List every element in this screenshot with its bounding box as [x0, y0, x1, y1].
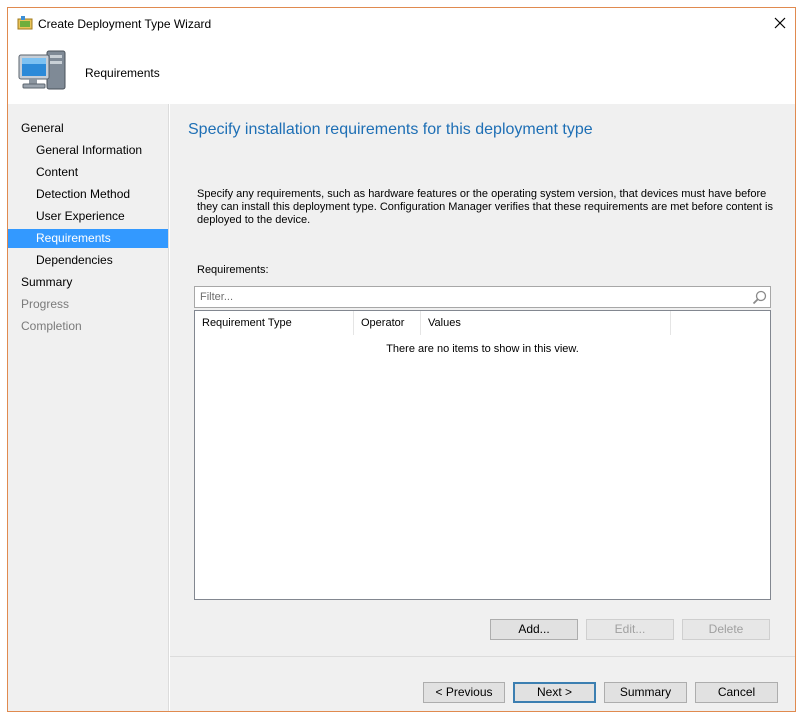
- nav-item-completion: Completion: [21, 319, 82, 333]
- wizard-step-nav: General General Information Content Dete…: [8, 104, 169, 711]
- wizard-window: Create Deployment Type Wizard Requiremen…: [7, 7, 796, 712]
- column-header-values[interactable]: Values: [421, 311, 671, 335]
- delete-button: Delete: [682, 619, 770, 640]
- filter-input[interactable]: [195, 287, 745, 307]
- page-heading: Specify installation requirements for th…: [188, 121, 593, 138]
- step-title: Requirements: [85, 66, 160, 80]
- nav-item-dependencies[interactable]: Dependencies: [8, 251, 168, 270]
- previous-button[interactable]: < Previous: [423, 682, 505, 703]
- requirements-label: Requirements:: [197, 264, 269, 276]
- add-button[interactable]: Add...: [490, 619, 578, 640]
- next-button[interactable]: Next >: [513, 682, 596, 703]
- empty-list-message: There are no items to show in this view.: [386, 343, 579, 355]
- wizard-header: Requirements: [8, 39, 795, 104]
- nav-item-general[interactable]: General: [8, 119, 168, 138]
- nav-item-summary[interactable]: Summary: [8, 273, 168, 292]
- column-header-operator[interactable]: Operator: [354, 311, 421, 335]
- column-header-requirement-type[interactable]: Requirement Type: [195, 311, 354, 335]
- nav-item-requirements[interactable]: Requirements: [8, 229, 168, 248]
- wizard-content: Specify installation requirements for th…: [170, 104, 795, 711]
- summary-button[interactable]: Summary: [604, 682, 687, 703]
- nav-item-progress: Progress: [21, 297, 70, 311]
- window-title: Create Deployment Type Wizard: [38, 17, 212, 31]
- edit-button: Edit...: [586, 619, 674, 640]
- cancel-button[interactable]: Cancel: [695, 682, 778, 703]
- computer-icon: [18, 50, 66, 90]
- close-button[interactable]: [765, 8, 795, 38]
- search-icon[interactable]: [752, 290, 767, 305]
- footer-divider: [170, 656, 795, 657]
- nav-item-user-experience[interactable]: User Experience: [8, 207, 168, 226]
- title-bar: Create Deployment Type Wizard: [8, 8, 795, 39]
- nav-item-content[interactable]: Content: [8, 163, 168, 182]
- wizard-app-icon: [17, 16, 33, 30]
- nav-item-general-information[interactable]: General Information: [8, 141, 168, 160]
- page-description: Specify any requirements, such as hardwa…: [197, 188, 773, 226]
- close-icon: [774, 17, 786, 29]
- requirements-list[interactable]: Requirement Type Operator Values There a…: [194, 310, 771, 600]
- filter-box: [194, 286, 771, 308]
- nav-item-detection-method[interactable]: Detection Method: [8, 185, 168, 204]
